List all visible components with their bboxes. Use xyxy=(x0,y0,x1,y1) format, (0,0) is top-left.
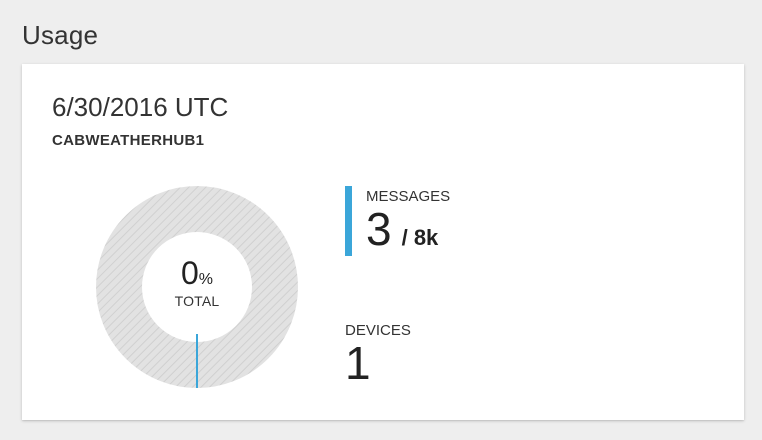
devices-values: 1 xyxy=(345,340,371,386)
usage-donut: 0 % TOTAL xyxy=(96,186,298,388)
section-title: Usage xyxy=(22,20,99,50)
usage-card[interactable]: 6/30/2016 UTC CABWEATHERHUB1 0 % TOTAL M… xyxy=(22,64,744,420)
messages-count: 3 xyxy=(366,203,392,255)
usage-date: 6/30/2016 UTC xyxy=(52,92,229,122)
messages-accent-bar xyxy=(345,186,352,256)
messages-limit: / 8k xyxy=(401,225,439,250)
usage-donut-chart xyxy=(96,186,298,388)
devices-count: 1 xyxy=(345,337,371,389)
hub-name: CABWEATHERHUB1 xyxy=(52,132,205,149)
messages-values: 3 / 8k xyxy=(366,206,438,252)
